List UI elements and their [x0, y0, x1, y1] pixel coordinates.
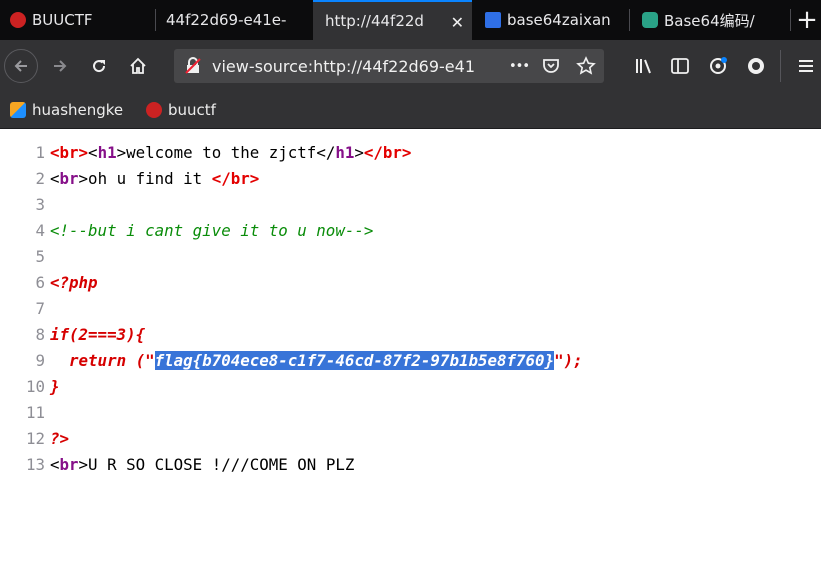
url-bar[interactable]: view-source:http://44f22d69-e41e •••	[174, 49, 604, 83]
line-number: 9	[35, 351, 45, 370]
line-number: 7	[35, 299, 45, 318]
line-number: 13	[25, 455, 45, 474]
line-number: 1	[35, 143, 45, 162]
code-tag: </br>	[363, 143, 412, 162]
close-tab-icon[interactable]: ✕	[451, 13, 464, 32]
code-tag: h1	[97, 143, 117, 162]
bookmark-label: buuctf	[168, 101, 216, 119]
tab-label: base64zaixan	[507, 11, 611, 29]
code-php: return ("	[50, 351, 155, 370]
code-tag: h1	[335, 143, 355, 162]
code-text: >oh u find it	[78, 169, 212, 188]
selected-flag-string[interactable]: flag{b704ece8-c1f7-46cd-87f2-97b1b5e8f76…	[154, 351, 555, 370]
code-comment: <!--but i cant give it to u now-->	[50, 221, 374, 240]
buuctf-favicon-icon	[146, 102, 162, 118]
source-line: 2 <br>oh u find it </br>	[0, 166, 259, 192]
url-text: view-source:http://44f22d69-e41e	[212, 57, 474, 76]
line-number: 3	[35, 195, 45, 214]
source-line: 5	[0, 244, 50, 270]
line-number: 6	[35, 273, 45, 292]
code-tag: br	[59, 169, 79, 188]
more-actions-icon[interactable]: •••	[506, 53, 532, 79]
line-number: 12	[25, 429, 45, 448]
extension-icon[interactable]	[706, 54, 730, 78]
home-icon[interactable]	[126, 54, 150, 78]
account-icon[interactable]	[744, 54, 768, 78]
source-line: 13 <br>U R SO CLOSE !///COME ON PLZ	[0, 452, 354, 478]
bookmarks-toolbar: huashengke buuctf	[0, 92, 821, 129]
source-line: 7	[0, 296, 50, 322]
source-line: 6 <?php	[0, 270, 98, 296]
forward-arrow-icon[interactable]	[48, 54, 72, 78]
source-line: 11	[0, 400, 50, 426]
code-php: <?php	[50, 273, 98, 292]
tab-base64zaixan[interactable]: base64zaixan	[472, 0, 630, 40]
hamburger-menu-icon[interactable]	[794, 54, 818, 78]
toolbar-divider	[780, 50, 781, 82]
code-text: >	[354, 143, 364, 162]
line-number: 11	[25, 403, 45, 422]
line-number: 10	[25, 377, 45, 396]
baidu-favicon-icon	[485, 12, 501, 28]
source-line: 9 return ("flag{b704ece8-c1f7-46cd-87f2-…	[0, 348, 583, 374]
source-line: 8 if(2===3){	[0, 322, 145, 348]
code-php: }	[50, 377, 60, 396]
source-line: 1 <br><h1>welcome to the zjctf</h1></br>	[0, 140, 411, 166]
code-tag: br	[59, 455, 79, 474]
tab-label: BUUCTF	[32, 11, 93, 29]
tab-buuctf[interactable]: BUUCTF	[0, 0, 156, 40]
source-line: 4 <!--but i cant give it to u now-->	[0, 218, 373, 244]
bookmark-label: huashengke	[32, 101, 124, 119]
tab-label: Base64编码/	[664, 11, 755, 30]
tab-label: http://44f22d	[325, 12, 424, 30]
code-php: ?>	[50, 429, 70, 448]
source-line: 12 ?>	[0, 426, 69, 452]
line-number: 8	[35, 325, 45, 344]
huashengke-favicon-icon	[10, 102, 26, 118]
code-text: <	[50, 455, 60, 474]
reload-icon[interactable]	[87, 54, 111, 78]
code-text: <	[88, 143, 98, 162]
base64-favicon-icon	[642, 12, 658, 28]
back-arrow-icon[interactable]	[4, 49, 38, 83]
bookmark-buuctf[interactable]: buuctf	[146, 92, 216, 128]
tab-view-source[interactable]: http://44f22d ✕	[313, 0, 472, 40]
source-line: 3	[0, 192, 50, 218]
sidebar-icon[interactable]	[668, 54, 692, 78]
bookmark-star-icon[interactable]	[574, 54, 598, 78]
code-text: <	[50, 169, 60, 188]
tab-label: 44f22d69-e41e-	[166, 11, 287, 29]
code-php: if(2===3){	[50, 325, 146, 344]
code-tag: </br>	[211, 169, 260, 188]
new-tab-icon[interactable]: +	[793, 0, 821, 40]
line-number: 2	[35, 169, 45, 188]
library-icon[interactable]	[632, 54, 656, 78]
bookmark-huashengke[interactable]: huashengke	[10, 92, 123, 128]
insecure-lock-icon[interactable]	[184, 57, 202, 75]
code-php: ");	[554, 351, 583, 370]
code-tag: <br>	[50, 143, 89, 162]
tab-base64-encode[interactable]: Base64编码/	[630, 0, 791, 40]
tab-strip: BUUCTF 44f22d69-e41e- http://44f22d ✕ ba…	[0, 0, 821, 40]
source-line: 10}	[0, 374, 60, 400]
code-text: >welcome to the zjctf</	[116, 143, 336, 162]
line-number: 4	[35, 221, 45, 240]
code-text: >U R SO CLOSE !///COME ON PLZ	[78, 455, 355, 474]
line-number: 5	[35, 247, 45, 266]
buuctf-favicon-icon	[10, 12, 26, 28]
tab-44f22d69[interactable]: 44f22d69-e41e-	[156, 0, 313, 40]
pocket-icon[interactable]	[540, 55, 562, 77]
